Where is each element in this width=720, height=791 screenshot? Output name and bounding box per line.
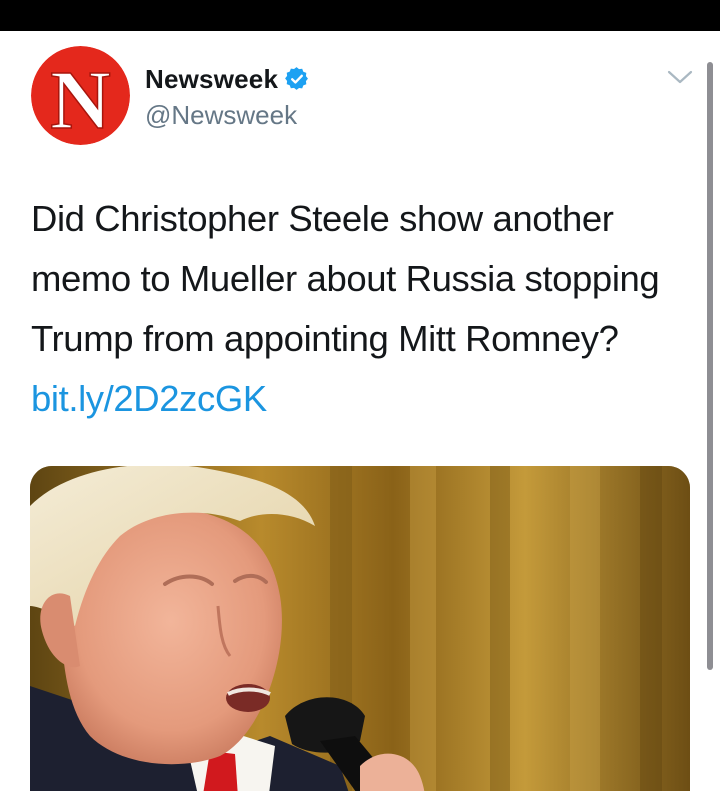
tweet-link[interactable]: bit.ly/2D2zcGK: [31, 378, 267, 419]
tweet-body: Did Christopher Steele show another memo…: [31, 198, 660, 359]
verified-badge-icon: [285, 67, 309, 91]
chevron-down-icon: [667, 70, 693, 84]
tweet-media-card[interactable]: [30, 466, 690, 791]
more-options-button[interactable]: [664, 65, 696, 89]
author-handle[interactable]: @Newsweek: [145, 100, 297, 131]
tweet-photo: [30, 466, 690, 791]
avatar-letter: N: [50, 54, 111, 145]
status-bar: [0, 0, 720, 31]
author-name-row[interactable]: Newsweek: [145, 63, 309, 95]
scrollbar[interactable]: [707, 62, 713, 670]
avatar[interactable]: N: [31, 46, 130, 145]
display-name[interactable]: Newsweek: [145, 64, 278, 95]
tweet-text: Did Christopher Steele show another memo…: [31, 189, 696, 429]
newsweek-logo: N: [31, 46, 130, 145]
tweet-screen: N Newsweek @Newsweek Did Christopher Ste…: [0, 0, 720, 791]
